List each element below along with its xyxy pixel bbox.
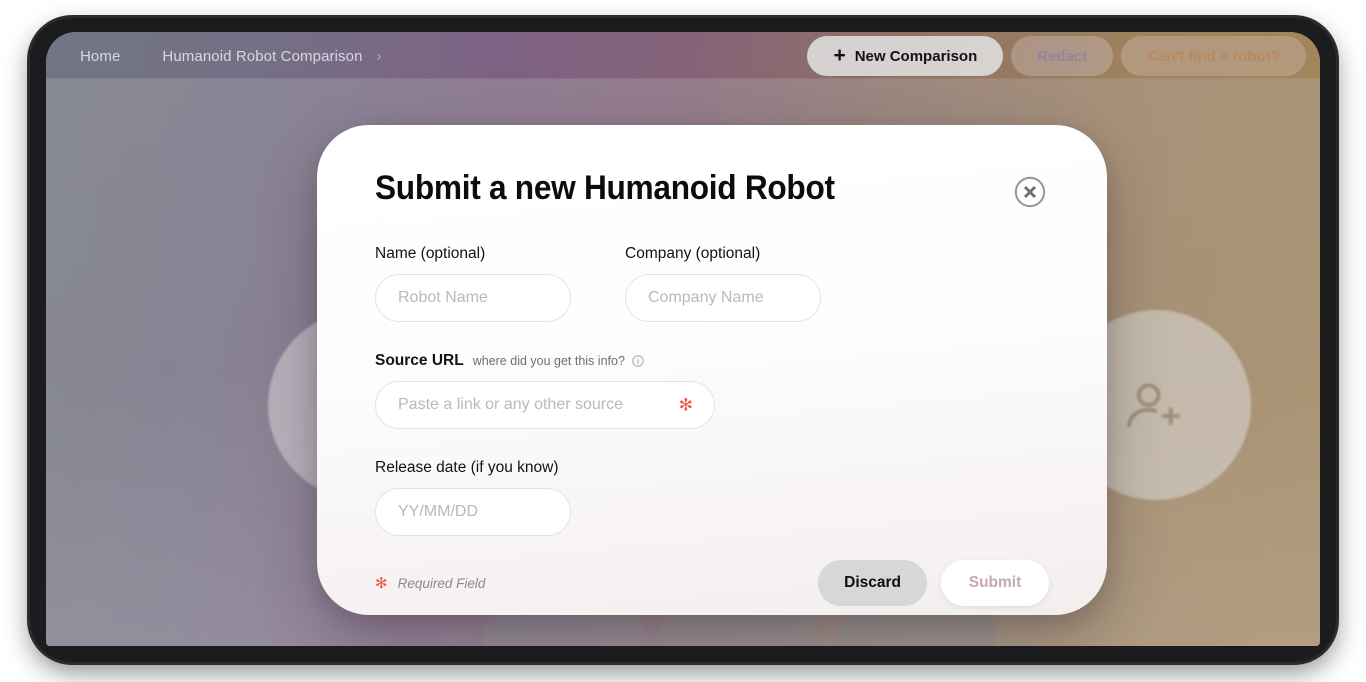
close-icon[interactable]	[1011, 173, 1049, 211]
source-url-field-group: Source URL where did you get this info? …	[375, 352, 1049, 429]
info-icon[interactable]	[631, 354, 645, 368]
name-label: Name (optional)	[375, 245, 486, 262]
redact-button[interactable]: Redact	[1011, 36, 1114, 76]
submit-robot-modal: Submit a new Humanoid Robot Name (option…	[317, 125, 1107, 615]
modal-footer: ✻ Required Field Discard Submit	[375, 560, 1049, 606]
required-field-note: ✻ Required Field	[375, 574, 485, 592]
source-url-input-wrapper: ✻	[375, 381, 715, 429]
source-url-input[interactable]	[375, 381, 715, 429]
release-date-label: Release date (if you know)	[375, 459, 559, 476]
release-date-input[interactable]	[375, 488, 571, 536]
cant-find-robot-button[interactable]: Can't find a robot?	[1121, 36, 1306, 76]
discard-button[interactable]: Discard	[818, 560, 927, 606]
device-frame: Home Humanoid Robot Comparison › + New C…	[30, 18, 1336, 662]
submit-button[interactable]: Submit	[941, 560, 1049, 606]
breadcrumb: Home Humanoid Robot Comparison ›	[80, 48, 382, 65]
name-field-group: Name (optional)	[375, 245, 571, 322]
breadcrumb-current[interactable]: Humanoid Robot Comparison	[162, 48, 362, 65]
source-url-label-text: Source URL	[375, 352, 464, 369]
company-label: Company (optional)	[625, 245, 761, 262]
source-url-hint: where did you get this info?	[472, 354, 625, 368]
required-asterisk-icon: ✻	[375, 575, 388, 592]
company-field-group: Company (optional)	[625, 245, 821, 322]
release-date-field-group: Release date (if you know)	[375, 459, 571, 536]
chevron-right-icon: ›	[376, 47, 382, 65]
modal-header: Submit a new Humanoid Robot	[375, 169, 1049, 211]
footer-buttons: Discard Submit	[818, 560, 1049, 606]
plus-icon: +	[833, 43, 846, 67]
new-comparison-label: New Comparison	[854, 47, 978, 65]
robot-name-input[interactable]	[375, 274, 571, 322]
top-bar: Home Humanoid Robot Comparison › + New C…	[46, 32, 1320, 80]
app-screen: Home Humanoid Robot Comparison › + New C…	[46, 32, 1320, 646]
breadcrumb-home[interactable]: Home	[80, 48, 120, 65]
name-company-row: Name (optional) Company (optional)	[375, 245, 1049, 322]
source-url-label: Source URL where did you get this info?	[375, 352, 1049, 370]
company-name-input[interactable]	[625, 274, 821, 322]
new-comparison-button[interactable]: + New Comparison	[807, 36, 1004, 76]
page-title: Submit a new Humanoid Robot	[375, 169, 835, 207]
required-field-label: Required Field	[397, 575, 486, 591]
top-bar-actions: + New Comparison Redact Can't find a rob…	[807, 36, 1306, 76]
